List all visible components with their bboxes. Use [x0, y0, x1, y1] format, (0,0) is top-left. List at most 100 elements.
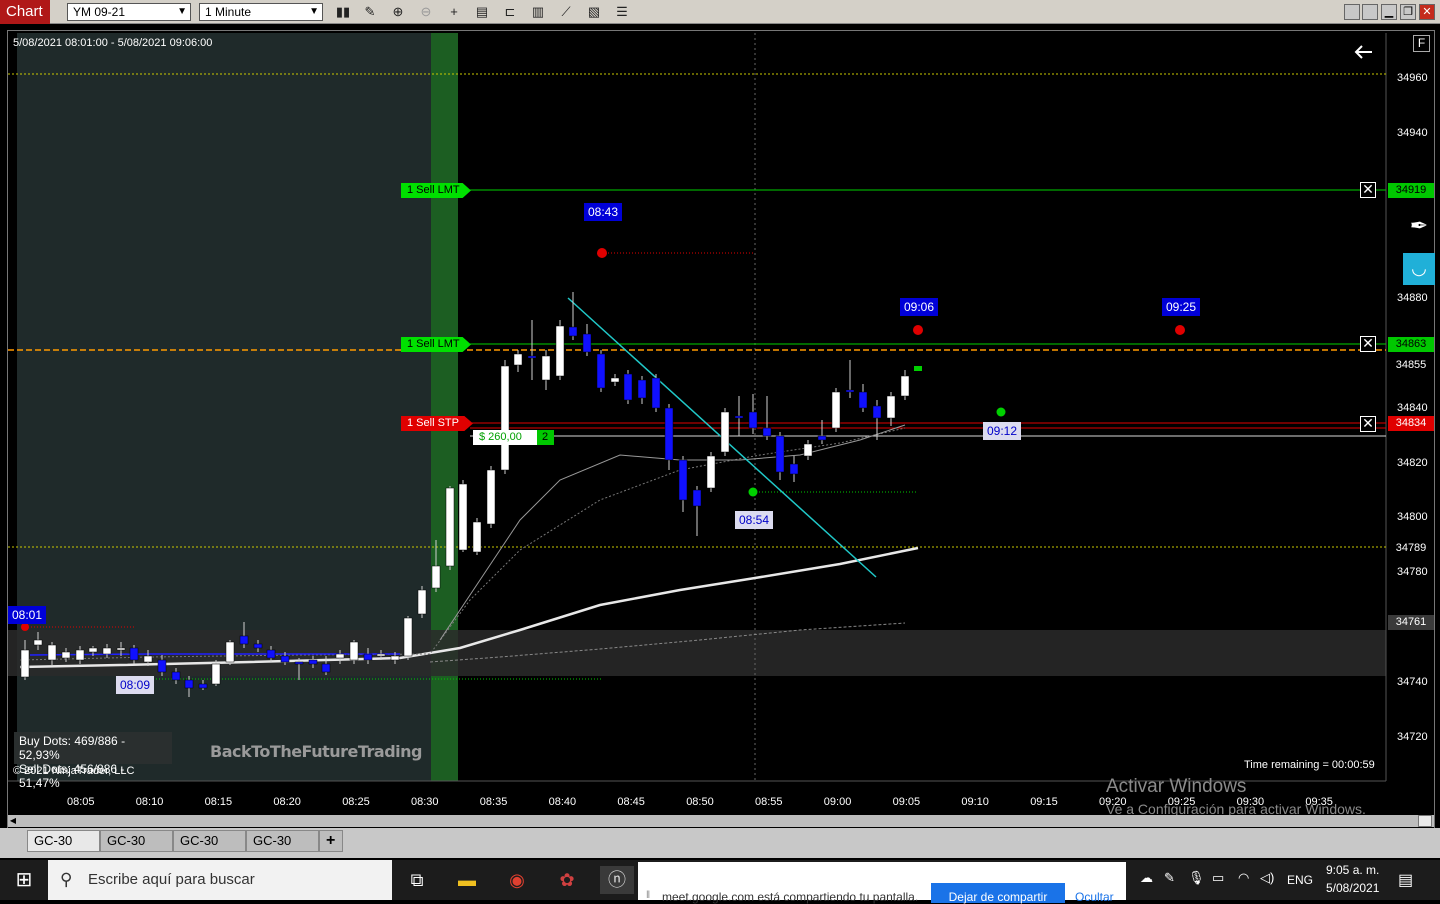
- drag-handle-icon[interactable]: ‖: [646, 890, 650, 901]
- candle-body: [555, 325, 565, 377]
- chrome-icon[interactable]: ◉: [500, 866, 534, 894]
- order-label: 1 Sell LMT: [407, 338, 460, 350]
- price-tick: 34820: [1397, 457, 1428, 469]
- scroll-thumb[interactable]: [1418, 815, 1432, 827]
- microphone-icon[interactable]: 🎙: [1188, 870, 1205, 886]
- sell-lmt-order-1[interactable]: 1 Sell LMT: [401, 183, 471, 198]
- candle-body: [280, 655, 290, 663]
- wifi-icon[interactable]: ◠: [1238, 870, 1249, 886]
- candle-body: [75, 649, 85, 661]
- candle-body: [102, 647, 112, 655]
- candle-body: [88, 647, 98, 653]
- dot-time-label: 09:12: [983, 422, 1022, 440]
- candle-body: [831, 391, 841, 429]
- app-icon[interactable]: ✿: [550, 866, 584, 894]
- candle-body: [734, 415, 744, 419]
- price-tick: 34800: [1397, 511, 1428, 523]
- time-tick: 08:30: [411, 796, 439, 808]
- ninjatrader-icon[interactable]: ⓝ: [600, 866, 634, 894]
- price-flag: 34761: [1388, 615, 1434, 630]
- taskbar-search[interactable]: ⚲ Escribe aquí para buscar: [48, 860, 392, 900]
- windows-taskbar: ⊞ ⚲ Escribe aquí para buscar ⧉ ▬ ◉ ✿ ⓝ ‖…: [0, 860, 1440, 904]
- sell-lmt-order-2[interactable]: 1 Sell LMT: [401, 337, 471, 352]
- candle-body: [61, 651, 71, 659]
- tab-gc-30[interactable]: GC-30: [173, 830, 246, 852]
- clock-time[interactable]: 9:05 a. m.: [1326, 863, 1379, 877]
- tab-gc-30[interactable]: GC-30: [246, 830, 319, 852]
- pen-icon[interactable]: ✎: [1164, 870, 1175, 886]
- price-tick: 34880: [1397, 292, 1428, 304]
- cloud-icon[interactable]: ☁: [1140, 870, 1153, 886]
- candle-body: [171, 671, 181, 681]
- flag-icon[interactable]: F: [1413, 35, 1430, 52]
- windows-start-icon[interactable]: ⊞: [0, 860, 48, 900]
- cancel-order-icon[interactable]: ✕: [1360, 336, 1376, 352]
- sell-stp-order[interactable]: 1 Sell STP: [401, 416, 473, 431]
- price-tick: 34780: [1397, 566, 1428, 578]
- date-range-label: 5/08/2021 08:01:00 - 5/08/2021 09:06:00: [13, 37, 213, 49]
- candle-body: [349, 641, 359, 661]
- candle-body: [184, 679, 194, 689]
- candle-body: [445, 487, 455, 567]
- dot-time-label: 09:06: [900, 298, 939, 316]
- candle-body: [143, 655, 153, 663]
- share-message: meet.google.com está compartiendo tu pan…: [662, 890, 919, 904]
- candle-body: [872, 405, 882, 419]
- candle-body: [623, 373, 633, 401]
- candle-body: [486, 469, 496, 525]
- cancel-order-icon[interactable]: ✕: [1360, 416, 1376, 432]
- candle-body: [582, 333, 592, 353]
- time-tick: 08:05: [67, 796, 95, 808]
- tab-gc-30[interactable]: GC-30: [27, 830, 100, 852]
- order-label: 1 Sell STP: [407, 417, 459, 429]
- candle-body: [637, 379, 647, 399]
- chart-scrollbar[interactable]: ◀: [8, 815, 1434, 827]
- time-tick: 08:15: [204, 796, 233, 808]
- time-tick: 08:45: [617, 796, 645, 808]
- smile-tool-icon[interactable]: ◡: [1403, 253, 1435, 285]
- activate-windows-title: Activar Windows: [1106, 776, 1247, 797]
- time-tick: 09:10: [961, 796, 989, 808]
- task-view-icon[interactable]: ⧉: [400, 866, 434, 894]
- stop-sharing-button[interactable]: Dejar de compartir: [931, 883, 1065, 904]
- file-explorer-icon[interactable]: ▬: [450, 866, 484, 894]
- qty-value: 2: [542, 431, 549, 443]
- tab-strip: GC-30 GC-30 GC-30 GC-30 +: [0, 828, 1440, 858]
- candle-body: [472, 521, 482, 553]
- candle-body: [789, 463, 799, 475]
- candle-body: [762, 427, 772, 437]
- candle-body: [294, 661, 304, 665]
- price-tick: 34740: [1397, 676, 1428, 688]
- candle-body: [664, 407, 674, 461]
- candle-body: [417, 589, 427, 615]
- candle-body: [390, 655, 400, 661]
- language-indicator[interactable]: ENG: [1287, 873, 1313, 887]
- dot-time-label: 08:54: [735, 511, 774, 529]
- price-chart[interactable]: [0, 0, 1440, 900]
- candle-body: [692, 489, 702, 507]
- candle-body: [720, 411, 730, 453]
- price-tick: 34940: [1397, 127, 1428, 139]
- volume-icon[interactable]: ◁): [1260, 870, 1274, 886]
- pnl-box: $ 260,00: [473, 430, 537, 445]
- battery-icon[interactable]: ▭: [1212, 870, 1224, 886]
- time-tick: 09:00: [823, 796, 852, 808]
- clock-date[interactable]: 5/08/2021: [1326, 881, 1379, 895]
- add-tab-button[interactable]: +: [319, 830, 343, 852]
- scroll-left-icon[interactable]: ◀: [8, 815, 18, 827]
- time-tick: 08:50: [686, 796, 714, 808]
- sell-dot: [1175, 325, 1185, 335]
- candle-body: [845, 389, 855, 393]
- candle-body: [308, 659, 318, 665]
- candle-body: [225, 641, 235, 663]
- screen-share-bar: ‖ meet.google.com está compartiendo tu p…: [638, 862, 1126, 904]
- tab-gc-30[interactable]: GC-30: [100, 830, 173, 852]
- cancel-order-icon[interactable]: ✕: [1360, 182, 1376, 198]
- candle-body: [678, 459, 688, 501]
- notifications-icon[interactable]: ▤: [1398, 870, 1413, 890]
- pen-tool-icon[interactable]: ✒: [1408, 213, 1430, 241]
- hide-button[interactable]: Ocultar: [1075, 890, 1114, 904]
- candle-body: [706, 455, 716, 489]
- order-label: 1 Sell LMT: [407, 184, 460, 196]
- price-tick: 34840: [1397, 402, 1428, 414]
